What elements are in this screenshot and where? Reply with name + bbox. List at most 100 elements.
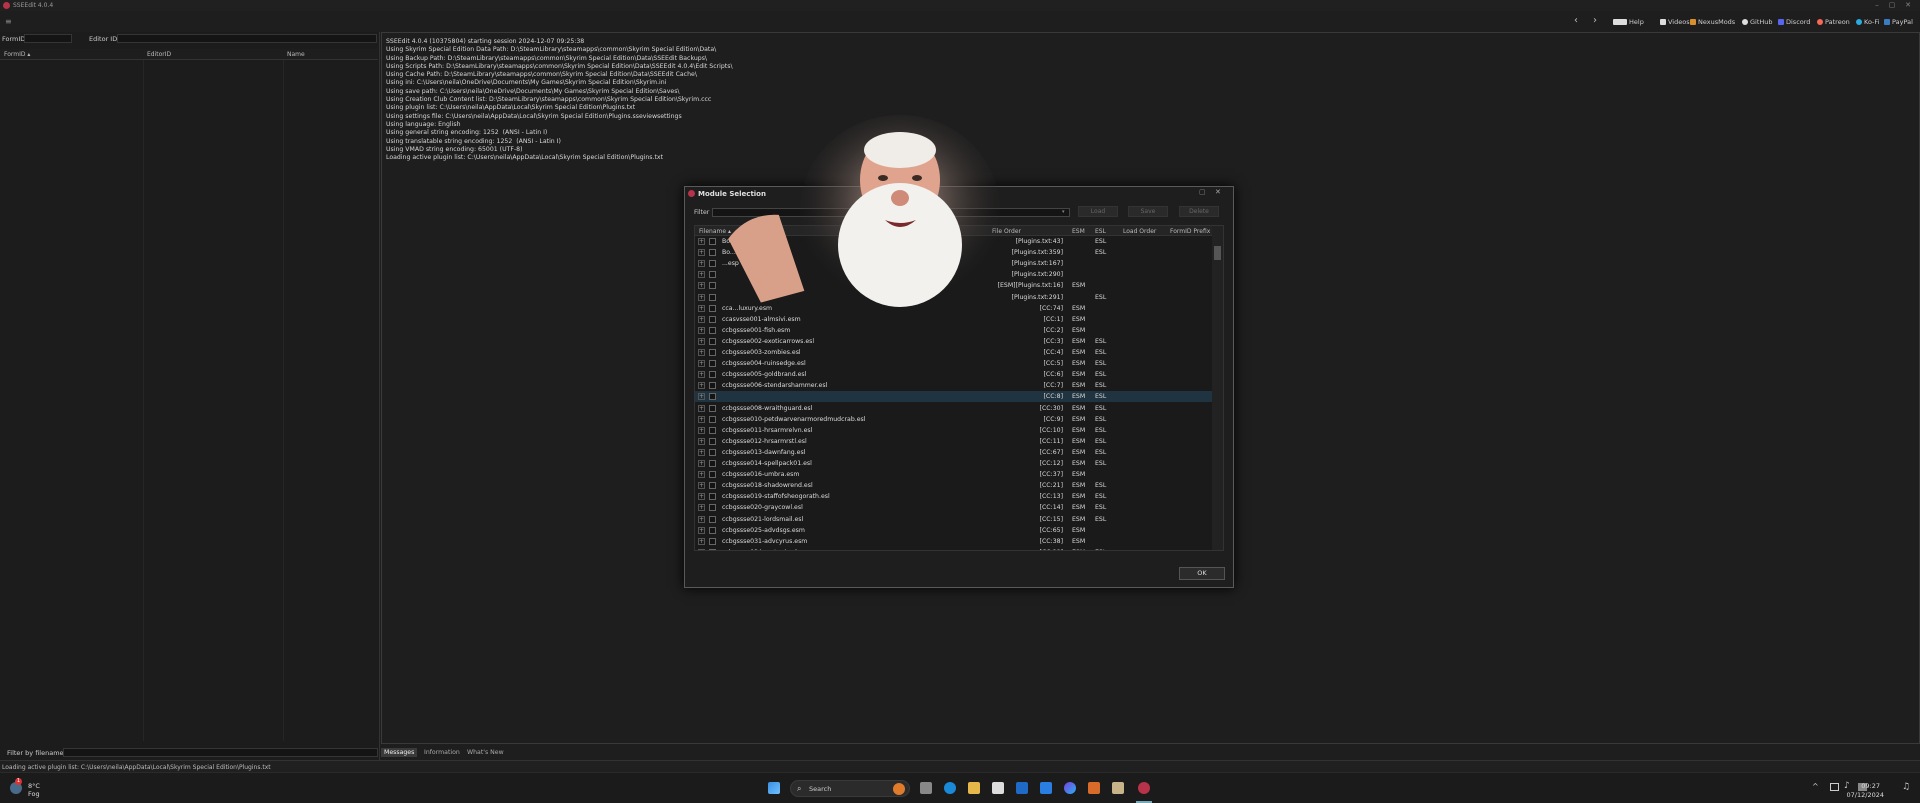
module-row[interactable]: + ccbgssse016-umbra.esm [CC:37] ESM xyxy=(695,469,1213,480)
kofi-link[interactable]: Ko-Fi xyxy=(1856,18,1879,26)
module-row[interactable]: + ccbgssse025-advdsgs.esm [CC:65] ESM xyxy=(695,525,1213,536)
menu-icon[interactable]: ≡ xyxy=(5,17,12,26)
expand-icon[interactable]: + xyxy=(698,526,705,534)
module-row[interactable]: + ccbgssse010-petdwarvenarmoredmudcrab.es… xyxy=(695,414,1213,425)
notification-bell-icon[interactable]: ♫ xyxy=(1902,782,1910,792)
column-esm[interactable]: ESM xyxy=(1072,228,1085,235)
column-formid[interactable]: FormID ▴ xyxy=(4,51,30,58)
discord-link[interactable]: Discord xyxy=(1778,18,1810,26)
volume-icon[interactable]: ♪ xyxy=(1844,781,1850,791)
tab-messages[interactable]: Messages xyxy=(381,748,418,757)
module-checkbox[interactable] xyxy=(709,537,716,545)
expand-icon[interactable]: + xyxy=(698,337,705,345)
module-checkbox[interactable] xyxy=(709,504,716,512)
module-checkbox[interactable] xyxy=(709,382,716,390)
github-link[interactable]: GitHub xyxy=(1742,18,1773,26)
back-arrow-icon[interactable]: ‹ xyxy=(1574,15,1578,26)
expand-icon[interactable]: + xyxy=(698,360,705,368)
expand-icon[interactable]: + xyxy=(698,249,705,257)
expand-icon[interactable]: + xyxy=(698,493,705,501)
expand-icon[interactable]: + xyxy=(698,448,705,456)
module-checkbox[interactable] xyxy=(709,360,716,368)
expand-icon[interactable]: + xyxy=(698,282,705,290)
paypal-link[interactable]: PayPal xyxy=(1884,18,1913,26)
app-icon[interactable] xyxy=(1088,782,1100,794)
expand-icon[interactable]: + xyxy=(698,326,705,334)
module-checkbox[interactable] xyxy=(709,238,716,245)
expand-icon[interactable]: + xyxy=(698,293,705,301)
windows-start-icon[interactable] xyxy=(768,782,780,794)
maximize-button[interactable]: ▢ xyxy=(1887,1,1897,10)
maximize-icon[interactable]: ▢ xyxy=(1199,188,1206,196)
module-checkbox[interactable] xyxy=(709,282,716,290)
module-checkbox[interactable] xyxy=(709,349,716,356)
save-button[interactable]: Save xyxy=(1128,206,1168,217)
expand-icon[interactable]: + xyxy=(698,415,705,423)
module-row[interactable]: + ccbgssse014-spellpack01.esl [CC:12] ESM ES… xyxy=(695,458,1213,469)
expand-icon[interactable]: + xyxy=(698,382,705,390)
copilot-icon[interactable] xyxy=(1064,782,1076,794)
network-icon[interactable] xyxy=(1830,783,1839,791)
module-checkbox[interactable] xyxy=(709,515,716,523)
module-checkbox[interactable] xyxy=(709,393,716,401)
edge-icon[interactable] xyxy=(944,782,956,794)
close-icon[interactable]: ✕ xyxy=(1215,188,1221,196)
module-checkbox[interactable] xyxy=(709,337,716,345)
expand-icon[interactable]: + xyxy=(698,404,705,412)
module-checkbox[interactable] xyxy=(709,437,716,445)
module-checkbox[interactable] xyxy=(709,482,716,490)
help-link[interactable]: Help xyxy=(1613,18,1644,26)
chevron-up-icon[interactable]: ^ xyxy=(1812,782,1819,791)
vertical-scrollbar[interactable] xyxy=(1212,226,1223,550)
expand-icon[interactable]: + xyxy=(698,482,705,490)
module-checkbox[interactable] xyxy=(709,471,716,479)
module-row[interactable]: + ccbgssse012-hrsarmrstl.esl [CC:11] ESM ESL xyxy=(695,436,1213,447)
delete-button[interactable]: Delete xyxy=(1179,206,1219,217)
module-checkbox[interactable] xyxy=(709,460,716,467)
expand-icon[interactable]: + xyxy=(698,304,705,312)
outlook-icon[interactable] xyxy=(1016,782,1028,794)
taskbar-search[interactable]: ⌕ Search xyxy=(790,780,910,797)
tab-whats-new[interactable]: What's New xyxy=(464,748,507,757)
module-checkbox[interactable] xyxy=(709,493,716,501)
module-row[interactable]: + ccbgssse020-graycowl.esl [CC:14] ESM ESL xyxy=(695,502,1213,513)
module-checkbox[interactable] xyxy=(709,548,716,550)
store-icon[interactable] xyxy=(992,782,1004,794)
module-row[interactable]: + ccbgssse011-hrsarmrelvn.esl [CC:10] ESM ES… xyxy=(695,425,1213,436)
patreon-link[interactable]: Patreon xyxy=(1817,18,1850,26)
module-row[interactable]: + ccbgssse021-lordsmail.esl [CC:15] ESM ESL xyxy=(695,514,1213,525)
expand-icon[interactable]: + xyxy=(698,548,705,550)
tab-information[interactable]: Information xyxy=(421,748,463,757)
module-row[interactable]: + ccbgssse019-staffofsheogorath.esl [CC:13… xyxy=(695,491,1213,502)
module-row[interactable]: + ccbgssse001-fish.esm [CC:2] ESM xyxy=(695,325,1213,336)
module-checkbox[interactable] xyxy=(709,304,716,312)
module-checkbox[interactable] xyxy=(709,404,716,412)
module-checkbox[interactable] xyxy=(709,448,716,456)
minimize-button[interactable]: – xyxy=(1872,1,1882,10)
sseedit-taskbar-icon[interactable] xyxy=(1138,782,1150,794)
module-row[interactable]: + ccasvsse001-almsivi.esm [CC:1] ESM xyxy=(695,314,1213,325)
clock-date[interactable]: 07/12/2024 xyxy=(1847,791,1884,799)
editorid-input[interactable] xyxy=(117,34,377,43)
module-row[interactable]: + [CC:8] ESM ESL xyxy=(695,391,1213,403)
dropdown-icon[interactable]: ▾ xyxy=(1062,209,1065,215)
module-row[interactable]: + ccbgssse008-wraithguard.esl [CC:30] ESM ES… xyxy=(695,403,1213,414)
module-checkbox[interactable] xyxy=(709,415,716,423)
videos-link[interactable]: Videos xyxy=(1660,18,1690,26)
expand-icon[interactable]: + xyxy=(698,260,705,268)
close-button[interactable]: ✕ xyxy=(1903,1,1913,10)
module-checkbox[interactable] xyxy=(709,526,716,534)
filter-by-filename-input[interactable] xyxy=(63,748,378,757)
ok-button[interactable]: OK xyxy=(1179,567,1225,580)
nexusmods-link[interactable]: NexusMods xyxy=(1690,18,1735,26)
module-row[interactable]: + ccbgssse031-advcyrus.esm [CC:38] ESM xyxy=(695,536,1213,547)
module-checkbox[interactable] xyxy=(709,249,716,257)
expand-icon[interactable]: + xyxy=(698,471,705,479)
module-checkbox[interactable] xyxy=(709,293,716,301)
expand-icon[interactable]: + xyxy=(698,504,705,512)
expand-icon[interactable]: + xyxy=(698,238,705,245)
module-row[interactable]: + ccbgssse018-shadowrend.esl [CC:21] ESM ESL xyxy=(695,480,1213,491)
expand-icon[interactable]: + xyxy=(698,371,705,379)
formid-input[interactable] xyxy=(24,34,72,43)
module-checkbox[interactable] xyxy=(709,326,716,334)
